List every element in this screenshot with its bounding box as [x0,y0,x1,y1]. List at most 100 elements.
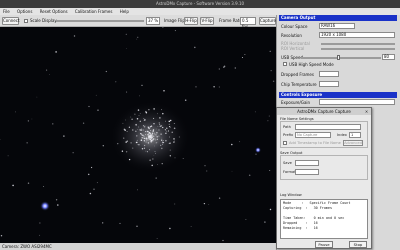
menu-help[interactable]: Help [120,9,129,14]
timestamp-checkbox[interactable] [283,141,287,145]
star [269,208,272,211]
star [255,153,257,156]
menu-options[interactable]: Options [17,9,32,14]
star [146,140,148,141]
capture-button[interactable]: Capture [259,17,276,25]
h-flip-button[interactable]: H-Flip [184,17,198,25]
star [152,135,155,138]
star [168,142,170,144]
v-flip-button[interactable]: V-Flip [200,17,214,25]
star [125,141,127,143]
star [218,86,220,88]
usb-speed-field[interactable]: 80 [382,54,395,60]
star [136,38,138,40]
stop-button[interactable]: Stop [349,241,367,248]
star [121,150,124,152]
roi-horizontal-slider[interactable] [321,43,395,45]
zoom-slider[interactable] [56,20,144,22]
star [145,110,147,113]
save-label: Save [283,161,292,165]
star [126,91,128,93]
star [117,143,119,145]
path-field[interactable] [295,124,361,130]
image-preview[interactable] [0,27,276,243]
star [155,152,156,154]
index-label: Index [337,133,347,137]
resolution-select[interactable]: 1920 x 1080 [319,32,395,38]
star [96,182,98,184]
star [143,118,145,120]
star [248,174,251,176]
star [264,221,266,223]
star [160,144,162,147]
star [14,111,16,113]
star [52,123,54,125]
roi-vertical-slider[interactable] [321,48,395,50]
star [140,139,143,141]
advanced-button[interactable]: Advanced [343,140,363,146]
star [142,129,144,131]
star [148,133,150,135]
window-title: AstroDMx Capture - Software Version 3.9.… [0,0,400,8]
connect-button[interactable]: Connect [2,17,20,25]
star [156,136,158,138]
star [144,131,147,133]
star [150,141,152,143]
star [151,136,153,138]
star [241,56,244,59]
star [143,140,146,142]
star [138,115,140,117]
star [272,80,275,83]
high-speed-checkbox[interactable] [283,62,287,66]
star [12,184,14,187]
star [151,134,153,136]
star [123,137,125,139]
pause-button[interactable]: Pause [315,241,333,248]
log-window[interactable]: Mode : Specific Frame Count Capturing : … [280,199,368,239]
close-icon[interactable]: ✕ [364,109,369,114]
star [231,143,233,146]
controls-exposure-header[interactable]: Controls Exposure [279,92,397,98]
menu-reset-options[interactable]: Reset Options [40,9,68,14]
save-select[interactable] [295,160,319,166]
menu-calibration-frames[interactable]: Calibration Frames [75,9,113,14]
star [269,169,271,172]
format-select[interactable] [295,169,319,175]
star [119,222,121,224]
star [138,143,140,146]
star [139,129,141,131]
camera-output-header[interactable]: Camera Output [279,15,397,21]
star [152,158,154,160]
colour-space-select[interactable]: RAW16 [319,23,355,29]
bright-blue-star [40,201,50,211]
star [122,122,124,124]
star [141,84,143,87]
star [162,143,164,145]
star [231,170,233,172]
star [164,129,167,131]
star [168,125,171,128]
prefix-field[interactable]: No Capture [295,132,331,138]
star [150,130,152,132]
exposure-field[interactable] [319,99,395,105]
usb-speed-thumb[interactable] [337,55,340,60]
usb-speed-slider[interactable] [301,57,381,59]
star [130,116,132,118]
star [72,152,74,154]
menu-file[interactable]: File [3,9,10,14]
star [126,48,127,49]
star [152,138,155,140]
star [165,132,167,134]
star [145,141,147,143]
star [157,164,158,165]
scale-display-checkbox[interactable] [24,19,28,23]
index-field[interactable]: 1 [349,132,361,138]
star [0,235,3,237]
star [166,131,168,133]
star [135,130,137,132]
star [147,126,149,128]
zoom-field[interactable]: 37 % [146,17,160,25]
star [141,128,143,130]
star [169,149,171,151]
star [88,105,90,108]
